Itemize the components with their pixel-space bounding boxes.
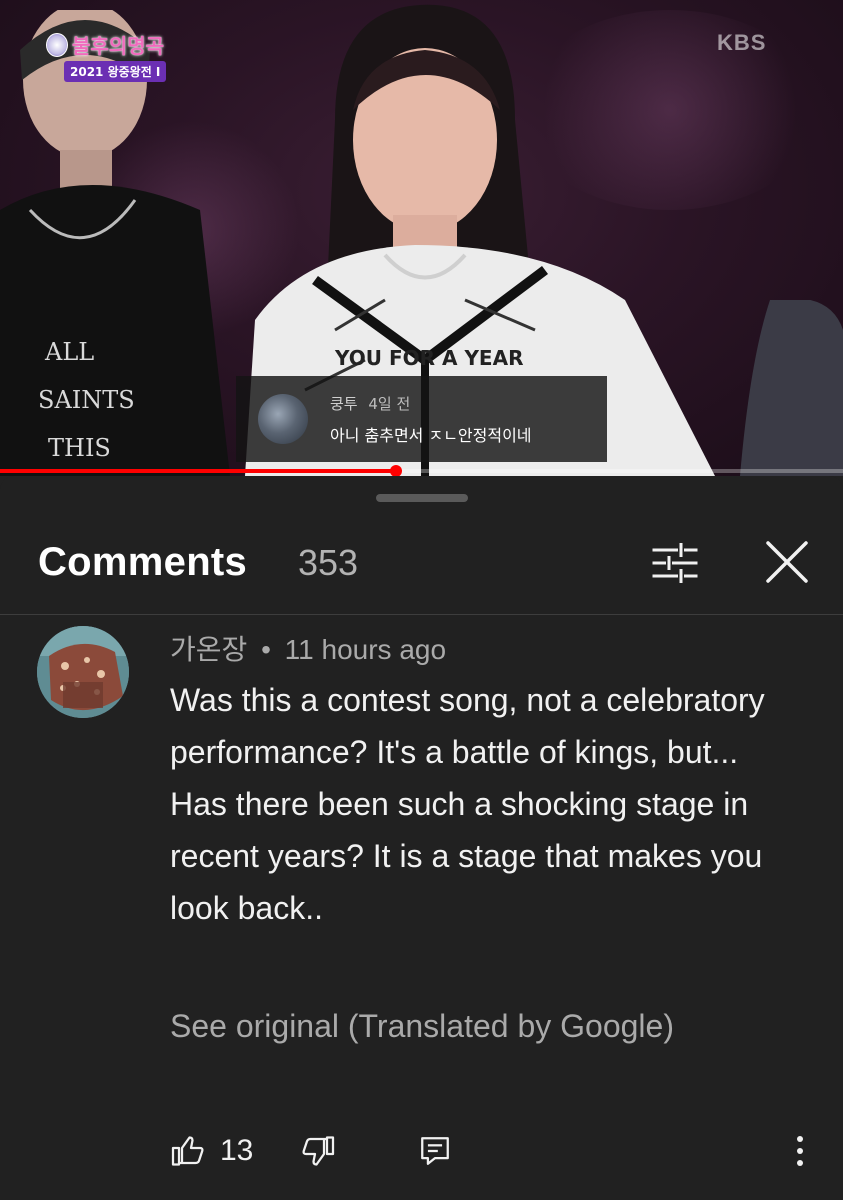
- avatar[interactable]: [37, 626, 129, 718]
- reply-button[interactable]: [418, 1126, 452, 1176]
- comment-time: 11 hours ago: [284, 634, 447, 665]
- comments-count: 353: [298, 542, 359, 583]
- chat-time: 4일 전: [368, 394, 411, 413]
- chat-text: 아니 춤추면서 ㅈㄴ안정적이네: [330, 425, 532, 445]
- thumbs-down-icon: [302, 1136, 335, 1166]
- dislike-button[interactable]: [300, 1126, 336, 1176]
- comment-text: Was this a contest song, not a celebrato…: [170, 674, 820, 934]
- show-logo: 불후의명곡 2021 왕중왕전 I: [46, 30, 170, 86]
- comment-item: 가온장 • 11 hours ago Was this a contest so…: [0, 618, 843, 1200]
- more-options-button[interactable]: [788, 1126, 812, 1176]
- broadcaster-watermark: KBS: [717, 30, 767, 55]
- background-dancer: [740, 300, 843, 476]
- comment-line: Has there been such a shocking stage in …: [170, 786, 763, 926]
- chat-avatar: [258, 394, 308, 444]
- progress-fill: [0, 469, 397, 473]
- svg-text:YOU FOR A YEAR: YOU FOR A YEAR: [334, 346, 523, 370]
- sort-button[interactable]: [648, 538, 702, 588]
- more-vert-icon: [797, 1136, 803, 1166]
- comments-header: Comments 353: [0, 520, 843, 615]
- svg-text:THIS: THIS: [48, 434, 111, 462]
- like-count: 13: [220, 1134, 254, 1167]
- see-original-link[interactable]: See original (Translated by Google): [170, 1008, 674, 1045]
- video-player[interactable]: ALL SAINTS THIS YOU FOR A YEAR 불후의명곡 202…: [0, 0, 843, 476]
- thumbs-up-icon: [171, 1136, 204, 1166]
- meta-separator: •: [261, 634, 271, 665]
- close-button[interactable]: [760, 538, 814, 588]
- overlay-comment: 쿵투 4일 전 아니 춤추면서 ㅈㄴ안정적이네: [236, 376, 607, 462]
- comment-actions: 13: [0, 1126, 843, 1186]
- avatar-image: [37, 626, 129, 718]
- comment-meta: 가온장 • 11 hours ago: [170, 628, 446, 668]
- svg-text:SAINTS: SAINTS: [38, 386, 135, 414]
- show-title: 불후의명곡: [72, 34, 164, 58]
- comment-author[interactable]: 가온장: [170, 634, 247, 665]
- svg-text:ALL: ALL: [44, 338, 94, 366]
- comments-sheet: Comments 353 가온장 • 11 hours ago Was this…: [0, 476, 843, 1200]
- sliders-icon: [652, 543, 698, 583]
- close-icon: [766, 541, 808, 583]
- show-subtitle: 2021 왕중왕전 I: [64, 61, 167, 82]
- progress-bar[interactable]: [0, 465, 843, 476]
- comment-line: Was this a contest song, not a celebrato…: [170, 682, 765, 770]
- logo-badge-icon: [46, 32, 68, 57]
- like-button[interactable]: 13: [170, 1126, 253, 1176]
- comments-title: Comments: [38, 540, 248, 584]
- reply-icon: [421, 1137, 449, 1165]
- chat-author: 쿵투: [330, 394, 358, 413]
- drag-handle[interactable]: [376, 494, 468, 502]
- progress-scrubber[interactable]: [390, 465, 403, 476]
